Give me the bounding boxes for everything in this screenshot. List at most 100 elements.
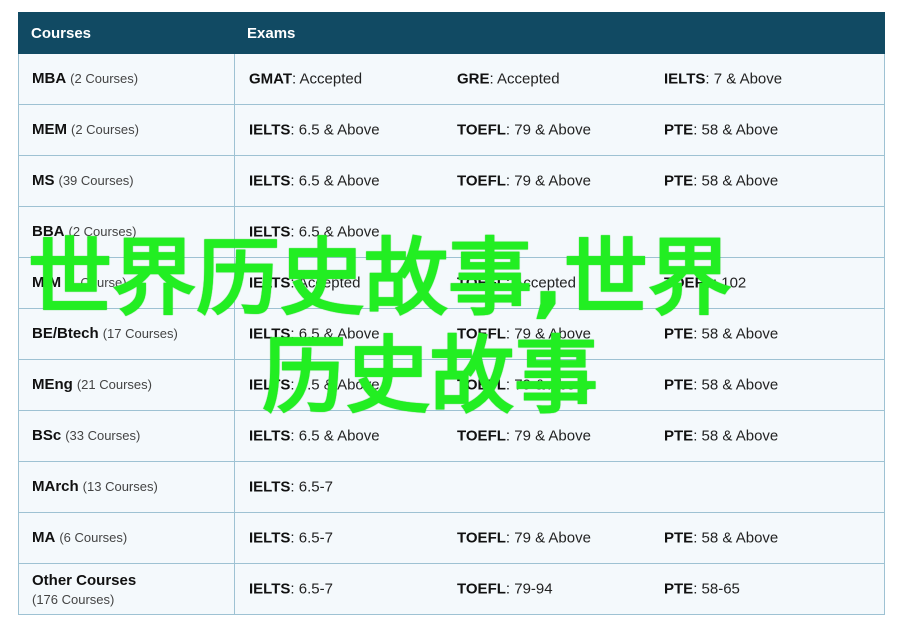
course-name[interactable]: BSc [32,427,61,444]
exams-cell: IELTS: 6.5 & Above TOEFL: 79 & Above PTE: … [234,155,885,207]
exam-requirement: IELTS: 6.5 & Above [249,122,380,139]
table-row: BSc (33 Courses) IELTS: 6.5 & Above TOEFL: … [18,410,885,462]
exam-requirement: TOEFL: 79 & Above [457,122,591,139]
exams-cell: IELTS: 6.5 & Above [234,206,885,258]
course-cell: MEng (21 Courses) [18,359,235,411]
table-row: MEng (21 Courses) IELTS: 6.5 & Above TOEFL:… [18,359,885,411]
exam-score: : 6.5 & Above [290,325,380,343]
exam-score: : 58 & Above [693,529,779,547]
exams-cell: IELTS: Accepted TOEFL: Accepted TOEFL: 102 [234,257,885,309]
exam-requirement: IELTS: 6.5-7 [249,479,333,496]
exam-name: TOEFL [457,427,506,445]
course-name[interactable]: MEM [32,121,67,138]
exam-name: TOEFL [457,325,506,343]
course-cell: MA (6 Courses) [18,512,235,564]
exam-requirement: PTE: 58-65 [664,581,740,598]
exams-cell: GMAT: Accepted GRE: Accepted IELTS: 7 & Ab… [234,53,885,105]
exam-requirement: GRE: Accepted [457,71,560,88]
exam-score: : 58 & Above [693,325,779,343]
exam-requirement: TOEFL: Accepted [457,275,576,292]
course-cell: MIM (1 Course) [18,257,235,309]
exam-requirement: IELTS: Accepted [249,275,360,292]
course-count: (6 Courses) [59,530,128,545]
exams-cell: IELTS: 6.5-7 TOEFL: 79-94 PTE: 58-65 [234,563,885,615]
table-row: Other Courses (176 Courses) IELTS: 6.5-7 TO… [18,563,885,615]
exam-score: : 6.5 & Above [290,376,380,394]
exam-score: : 79 & Above [505,172,591,190]
exam-requirement: TOEFL: 79 & Above [457,173,591,190]
exam-name: PTE [664,580,694,598]
exam-name: IELTS [249,376,291,394]
course-cell: MBA (2 Courses) [18,53,235,105]
course-count: (176 Courses) [32,591,115,607]
exam-requirement: PTE: 58 & Above [664,428,778,445]
exam-score: : Accepted [290,274,361,292]
table-header-row: Courses Exams [18,12,885,54]
course-name[interactable]: MEng [32,376,73,393]
course-name[interactable]: BE/Btech [32,325,99,342]
course-count: (21 Courses) [76,377,152,392]
exam-score: : 58 & Above [693,172,779,190]
exam-score: : 79 & Above [505,529,591,547]
exam-requirement: IELTS: 6.5-7 [249,530,333,547]
exam-score: : 6.5-7 [290,478,333,496]
exam-name: TOEFL [457,376,506,394]
exam-requirement: TOEFL: 79-94 [457,581,553,598]
exam-score: : Accepted [505,274,576,292]
exam-score: : 79 & Above [505,121,591,139]
exams-cell: IELTS: 6.5 & Above TOEFL: 79 & Above PTE: … [234,308,885,360]
exam-score: : 58-65 [693,580,740,598]
exam-score: : 58 & Above [693,121,779,139]
exam-score: : 6.5-7 [290,580,333,598]
exam-requirement: TOEFL: 79 & Above [457,428,591,445]
course-count: (2 Courses) [70,71,139,86]
exam-score: : 79-94 [505,580,553,598]
table-body: MBA (2 Courses) GMAT: Accepted GRE: Accepte… [18,53,885,615]
exam-score: : 58 & Above [693,427,779,445]
exam-name: IELTS [249,223,291,241]
table-row: BBA (2 Courses) IELTS: 6.5 & Above [18,206,885,258]
courses-exams-table: Courses Exams MBA (2 Courses) GMAT : Accept… [18,12,885,615]
exam-score: : 58 & Above [693,376,779,394]
exam-name: PTE [664,325,694,343]
exam-requirement: PTE: 58 & Above [664,326,778,343]
exam-score: : 79 & Above [505,427,591,445]
course-name[interactable]: MS [32,172,55,189]
exam-score: : 6.5 & Above [290,121,380,139]
exam-name: IELTS [249,529,291,547]
exam-score: : 79 & Above [505,325,591,343]
exam-requirement: PTE: 58 & Above [664,122,778,139]
course-count: (1 Course) [65,275,127,290]
exam-score: : 6.5 & Above [290,223,380,241]
course-cell: BE/Btech (17 Courses) [18,308,235,360]
course-name[interactable]: MA [32,529,55,546]
exam-name: PTE [664,172,694,190]
exam-score: : Accepted [489,70,560,88]
exam-name: TOEFL [664,274,713,292]
exam-name: TOEFL [457,580,506,598]
exam-requirement: TOEFL: 79 & Above [457,377,591,394]
table-row: MIM (1 Course) IELTS: Accepted TOEFL: Accep… [18,257,885,309]
exam-requirement: TOEFL: 79 & Above [457,530,591,547]
exam-name: IELTS [249,478,291,496]
exam-name: GMAT [249,70,293,88]
course-count: (17 Courses) [102,326,178,341]
course-name[interactable]: BBA [32,223,65,240]
course-name[interactable]: Other Courses [32,572,136,589]
course-cell: BBA (2 Courses) [18,206,235,258]
course-name[interactable]: MArch [32,478,79,495]
table-row: MArch (13 Courses) IELTS: 6.5-7 [18,461,885,513]
exam-name: IELTS [249,274,291,292]
course-name[interactable]: MIM [32,274,61,291]
exam-requirement: TOEFL: 79 & Above [457,326,591,343]
exam-requirement: IELTS: 6.5 & Above [249,326,380,343]
exams-cell: IELTS: 6.5 & Above TOEFL: 79 & Above PTE: … [234,410,885,462]
exam-name: IELTS [249,325,291,343]
exam-score: : 6.5 & Above [290,172,380,190]
course-name[interactable]: MBA [32,70,66,87]
course-count: (39 Courses) [58,173,134,188]
exams-column-header: Exams [234,12,885,54]
exam-score: : 6.5 & Above [290,427,380,445]
exam-name: IELTS [249,580,291,598]
course-count: (2 Courses) [68,224,137,239]
